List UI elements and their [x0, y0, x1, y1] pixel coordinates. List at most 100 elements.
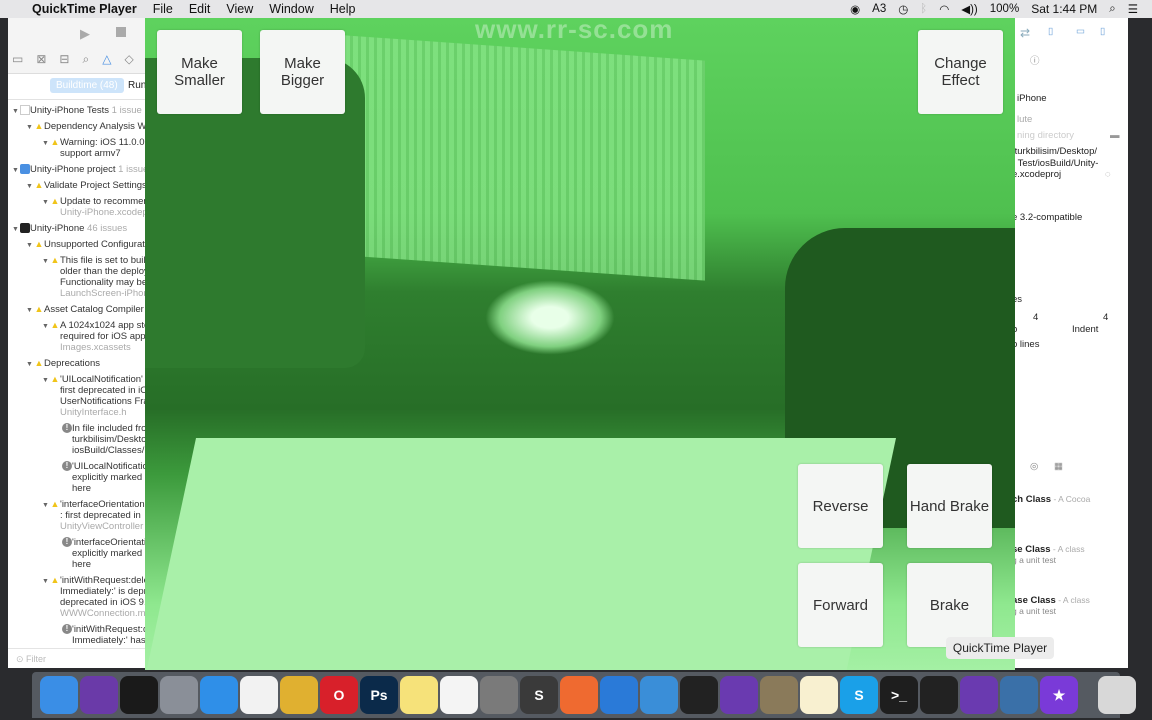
- disclosure-triangle-icon[interactable]: ▼: [26, 359, 33, 370]
- dock-safari-icon[interactable]: [200, 676, 238, 714]
- dock-chrome-icon[interactable]: [280, 676, 318, 714]
- dock-quicktime-icon[interactable]: [1000, 676, 1038, 714]
- dock-textedit-icon[interactable]: [440, 676, 478, 714]
- right-panel-toggle-icon[interactable]: ▯: [1100, 26, 1105, 37]
- hand-brake-button[interactable]: Hand Brake: [907, 464, 992, 548]
- issue-icon[interactable]: △: [102, 52, 111, 67]
- menu-view[interactable]: View: [218, 2, 261, 16]
- reveal-icon[interactable]: ◌: [1105, 169, 1111, 180]
- disclosure-triangle-icon[interactable]: ▼: [12, 224, 19, 235]
- issue-item[interactable]: ▼ ▲'initWithRequest:delegate Immediately:'…: [8, 573, 167, 622]
- disclosure-triangle-icon[interactable]: ▼: [42, 256, 49, 267]
- stop-icon[interactable]: [116, 27, 126, 37]
- tab-buildtime[interactable]: Buildtime (48): [50, 78, 124, 93]
- issue-item[interactable]: ! In file included from turkbilisim/Deskto…: [8, 421, 167, 459]
- hierarchy-icon[interactable]: ⊟: [59, 52, 69, 67]
- battery-percent[interactable]: 100%: [990, 3, 1019, 15]
- record-icon[interactable]: ◉: [850, 2, 860, 16]
- dock-visual-studio-2-icon[interactable]: [960, 676, 998, 714]
- change-effect-button[interactable]: Change Effect: [918, 30, 1003, 114]
- clock[interactable]: Sat 1:44 PM: [1031, 2, 1097, 16]
- disclosure-triangle-icon[interactable]: ▼: [26, 181, 33, 192]
- dock-launchpad-icon[interactable]: [160, 676, 198, 714]
- volume-icon[interactable]: ◀)): [961, 2, 978, 16]
- navigate-arrows-icon[interactable]: ⇄: [1020, 26, 1030, 40]
- dock-opera-icon[interactable]: O: [320, 676, 358, 714]
- dock-notes-icon[interactable]: [400, 676, 438, 714]
- quicktime-video[interactable]: www.rr-sc.com Make Smaller Make Bigger C…: [145, 18, 1015, 670]
- menu-edit[interactable]: Edit: [181, 2, 219, 16]
- dock-photos-grid-icon[interactable]: [240, 676, 278, 714]
- left-panel-toggle-icon[interactable]: ▯: [1048, 26, 1053, 37]
- media-library-icon[interactable]: ▦: [1054, 461, 1063, 472]
- spotlight-icon[interactable]: ⌕: [1109, 3, 1115, 16]
- issue-item[interactable]: ▼ ▲ Warning: iOS 11.0.0 support armv7: [8, 135, 167, 162]
- dock-sublime-icon[interactable]: S: [520, 676, 558, 714]
- dock-postman-icon[interactable]: [560, 676, 598, 714]
- help-icon[interactable]: ⓘ: [1030, 53, 1040, 67]
- tab-width-stepper[interactable]: 4: [1033, 312, 1038, 323]
- issue-item[interactable]: ▼ ▲'interfaceOrientation': first deprecat…: [8, 497, 167, 535]
- issue-item[interactable]: ▼ ▲ 'UILocalNotification' first deprecated …: [8, 372, 167, 421]
- dock-activity-monitor-icon[interactable]: [120, 676, 158, 714]
- dock-trash-icon[interactable]: [1098, 676, 1136, 714]
- disclosure-triangle-icon[interactable]: ▼: [12, 106, 19, 117]
- dock-skype-icon[interactable]: S: [840, 676, 878, 714]
- adobe-icon[interactable]: A3: [872, 3, 886, 15]
- disclosure-triangle-icon[interactable]: ▼: [42, 321, 49, 332]
- issue-item[interactable]: ! 'UILocalNotification' explicitly marked h…: [8, 459, 167, 497]
- notification-center-icon[interactable]: ☰: [1128, 2, 1138, 16]
- disclosure-triangle-icon[interactable]: ▼: [26, 122, 33, 133]
- project-format-select[interactable]: e 3.2-compatible: [1012, 212, 1082, 223]
- issue-item[interactable]: !'initWithRequest:d Immediately:' has: [8, 622, 167, 649]
- time-machine-icon[interactable]: ◷: [898, 2, 908, 16]
- issue-item[interactable]: ▼ ▲ Validate Project Settings: [8, 178, 167, 194]
- dock-teamviewer-icon[interactable]: [600, 676, 638, 714]
- issue-item[interactable]: ▼ Unity-iPhone project 1 issue: [8, 162, 167, 178]
- dock-siri-icon[interactable]: [80, 676, 118, 714]
- menu-file[interactable]: File: [145, 2, 181, 16]
- menu-window[interactable]: Window: [261, 2, 321, 16]
- disclosure-triangle-icon[interactable]: ▼: [42, 138, 49, 149]
- make-bigger-button[interactable]: Make Bigger: [260, 30, 345, 114]
- wifi-icon[interactable]: ◠: [939, 2, 949, 16]
- disclosure-triangle-icon[interactable]: ▼: [42, 576, 49, 587]
- disclosure-triangle-icon[interactable]: ▼: [42, 375, 49, 386]
- dock-terminal-icon[interactable]: >_: [880, 676, 918, 714]
- bottom-panel-toggle-icon[interactable]: ▭: [1076, 26, 1085, 37]
- issue-item[interactable]: ▼ ▲ Dependency Analysis Warning: [8, 119, 167, 135]
- test-icon[interactable]: ◇: [124, 52, 133, 67]
- object-library-icon[interactable]: ◎: [1030, 461, 1038, 472]
- brake-button[interactable]: Brake: [907, 563, 992, 647]
- disclosure-triangle-icon[interactable]: ▼: [42, 197, 49, 208]
- dock-finder-icon[interactable]: [40, 676, 78, 714]
- project-name[interactable]: iPhone: [1017, 93, 1047, 104]
- dock-unity-2-icon[interactable]: [920, 676, 958, 714]
- issue-item[interactable]: !'interfaceOrientation' explicitly marked…: [8, 535, 167, 573]
- disclosure-triangle-icon[interactable]: ▼: [42, 500, 49, 511]
- issue-item[interactable]: ▼ ▲ Asset Catalog Compiler: [8, 302, 167, 318]
- make-smaller-button[interactable]: Make Smaller: [157, 30, 242, 114]
- dock-xcode-icon[interactable]: [640, 676, 678, 714]
- wrap-lines-checkbox[interactable]: p lines: [1012, 339, 1039, 350]
- issue-item[interactable]: ▼ Unity-iPhone Tests 1 issue: [8, 103, 167, 119]
- issue-item[interactable]: ▼ ▲ This file is set to build older than th…: [8, 253, 167, 302]
- folder-icon[interactable]: ▭: [12, 52, 23, 67]
- issue-item[interactable]: ▼ ▲ Deprecations: [8, 356, 167, 372]
- folder-icon[interactable]: ▬: [1110, 130, 1120, 141]
- disclosure-triangle-icon[interactable]: ▼: [26, 240, 33, 251]
- template-name[interactable]: ch Class: [1012, 494, 1051, 505]
- source-control-icon[interactable]: ⊠: [36, 52, 46, 67]
- dock-sketch-like-icon[interactable]: [800, 676, 838, 714]
- dock-imovie-icon[interactable]: ★: [1040, 676, 1078, 714]
- template-name[interactable]: ase Class: [1012, 595, 1056, 606]
- location-select[interactable]: lute: [1017, 114, 1032, 125]
- indent-width-stepper[interactable]: 4: [1103, 312, 1108, 323]
- dock-system-preferences-icon[interactable]: [480, 676, 518, 714]
- disclosure-triangle-icon[interactable]: ▼: [26, 305, 33, 316]
- disclosure-triangle-icon[interactable]: ▼: [12, 165, 19, 176]
- find-icon[interactable]: ⌕: [82, 52, 89, 67]
- issue-item[interactable]: ▼ ▲ A 1024x1024 app store required for iOS …: [8, 318, 167, 356]
- issue-item[interactable]: ▼ Unity-iPhone 46 issues: [8, 221, 167, 237]
- dock-unity-icon[interactable]: [680, 676, 718, 714]
